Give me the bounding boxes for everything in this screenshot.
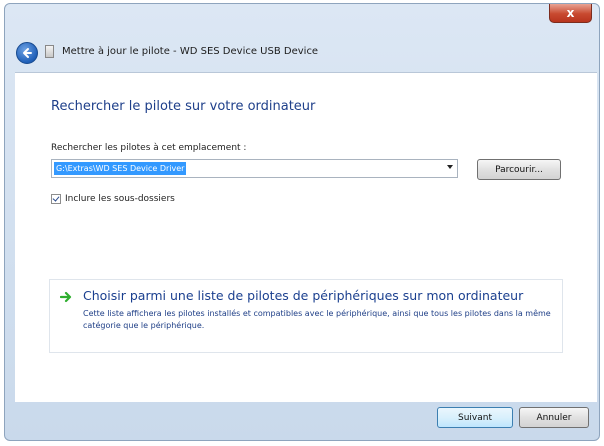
next-button[interactable]: Suivant [437, 407, 513, 428]
path-combobox[interactable]: G:\Extras\WD SES Device Driver [51, 159, 458, 178]
option-title: Choisir parmi une liste de pilotes de pé… [83, 288, 524, 303]
browse-button[interactable]: Parcourir... [477, 159, 561, 180]
window-title: Mettre à jour le pilote - WD SES Device … [62, 46, 319, 57]
back-arrow-icon [23, 48, 32, 58]
search-location-label: Rechercher les pilotes à cet emplacement… [51, 143, 247, 153]
next-button-label: Suivant [458, 412, 492, 423]
content-panel: Rechercher le pilote sur votre ordinateu… [15, 72, 597, 402]
dropdown-arrow-icon[interactable] [447, 165, 453, 169]
include-subfolders-label: Inclure les sous-dossiers [65, 193, 175, 204]
option-description: Cette liste affichera les pilotes instal… [83, 309, 551, 330]
cancel-button-label: Annuler [536, 412, 572, 423]
include-subfolders-checkbox-row[interactable]: Inclure les sous-dossiers [51, 192, 175, 205]
close-button[interactable]: x [549, 4, 592, 23]
green-arrow-icon [60, 291, 72, 303]
back-button[interactable] [16, 42, 38, 64]
device-icon [45, 45, 54, 58]
path-value: G:\Extras\WD SES Device Driver [54, 162, 187, 175]
dialog-footer: Suivant Annuler [5, 402, 601, 442]
cancel-button[interactable]: Annuler [519, 407, 589, 428]
close-icon: x [566, 6, 575, 20]
dialog-window: x Mettre à jour le pilote - WD SES Devic… [4, 3, 600, 441]
page-heading: Rechercher le pilote sur votre ordinateu… [51, 99, 316, 114]
include-subfolders-checkbox[interactable] [51, 193, 61, 204]
choose-from-list-option[interactable]: Choisir parmi une liste de pilotes de pé… [49, 279, 563, 353]
browse-button-label: Parcourir... [495, 164, 543, 175]
